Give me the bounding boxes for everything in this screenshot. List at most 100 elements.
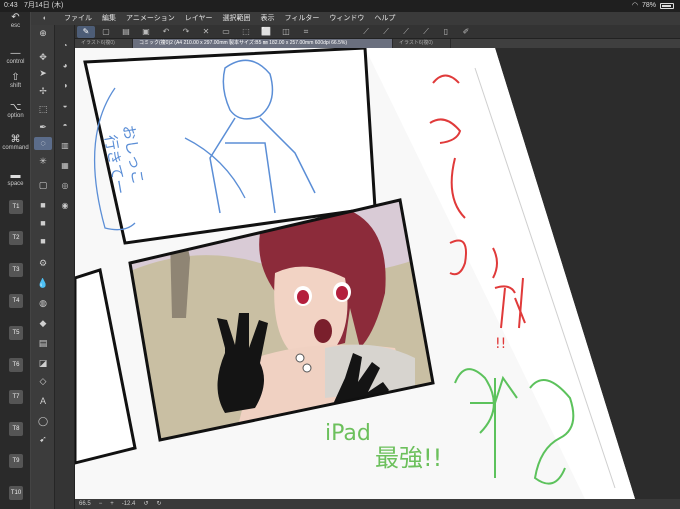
zoom-in-icon[interactable]: +	[110, 499, 114, 509]
text-tool-icon[interactable]: A	[34, 395, 52, 408]
subtool-1-icon[interactable]: ◔	[57, 39, 73, 52]
save-icon[interactable]: ▣	[137, 26, 155, 38]
pen-mode-icon[interactable]: ✎	[77, 25, 95, 38]
ink-drop-icon[interactable]: 💧	[34, 277, 52, 290]
special-ruler-icon[interactable]: ⟋	[417, 26, 435, 38]
control-label: control	[6, 59, 25, 65]
t1-key[interactable]: T1	[9, 200, 23, 214]
settings-icon[interactable]: ✐	[457, 26, 475, 38]
space-icon: ▬	[10, 170, 21, 181]
menu-layer[interactable]: レイヤー	[180, 12, 218, 25]
move-tool-icon[interactable]: ✥	[34, 51, 52, 64]
fill-icon[interactable]: ▭	[217, 26, 235, 38]
eyedropper-tool-icon[interactable]: ✒	[34, 121, 52, 134]
purple-swatch-icon[interactable]: ■	[34, 235, 52, 248]
shift-label: shift	[9, 83, 21, 89]
command-bar: ✎ ▢ ▤ ▣ ↶ ↷ ✕ ▭ ⬚ ⬜ ◫ ⌗ ⟋ ⟋ ⟋ ⟋ ▯ ✐	[31, 25, 680, 39]
device-icon[interactable]: ▯	[437, 26, 455, 38]
menu-bar: ◐ ファイル 編集 アニメーション レイヤー 選択範囲 表示 フィルター ウィン…	[31, 12, 680, 25]
blend-tool-icon[interactable]: ◍	[34, 297, 52, 310]
zoom-tool-icon[interactable]: ⊕	[34, 27, 52, 40]
t5-key[interactable]: T5	[9, 326, 23, 340]
subtool-5-icon[interactable]: ◓	[57, 119, 73, 132]
subtool-8-icon[interactable]: ◎	[57, 179, 73, 192]
tab-illust6[interactable]: イラスト6(複0)	[75, 39, 133, 48]
menu-view[interactable]: 表示	[256, 12, 280, 25]
space-key[interactable]: ▬ space	[0, 170, 31, 187]
gradient-tool-icon[interactable]: ▤	[34, 337, 52, 350]
subtool-7-icon[interactable]: ▦	[57, 159, 73, 172]
ruler-icon[interactable]: ⟋	[357, 26, 375, 38]
command-key[interactable]: ⌘ command	[0, 134, 31, 151]
canvas-drawing[interactable]: おしっこ 行きてー !! iPad 最強!!	[75, 48, 680, 499]
shift-key[interactable]: ⇧ shift	[0, 72, 31, 89]
pink-swatch-icon[interactable]: ■	[34, 217, 52, 230]
app-icon[interactable]: ◐	[31, 12, 59, 25]
rotate-left-icon[interactable]: ↺	[143, 499, 148, 509]
new-canvas-icon[interactable]: ▢	[97, 26, 115, 38]
zoom-out-icon[interactable]: −	[99, 499, 103, 509]
transform-icon[interactable]: ⬚	[237, 26, 255, 38]
menu-filter[interactable]: フィルター	[280, 12, 325, 25]
menu-file[interactable]: ファイル	[59, 12, 97, 25]
fill-tool-icon[interactable]: ◆	[34, 317, 52, 330]
crop-icon[interactable]: ⌗	[297, 26, 315, 38]
undo-icon[interactable]: ↶	[157, 26, 175, 38]
red-text-2: !!	[495, 336, 506, 352]
operation-tool-icon[interactable]: ➤	[34, 67, 52, 80]
deselect-icon[interactable]: ⬜	[257, 26, 275, 38]
correct-line-tool-icon[interactable]: ➹	[34, 433, 52, 446]
rotate-angle[interactable]: -12.4	[122, 499, 136, 509]
tab-comic[interactable]: コミック(複0)2 (A4 210.00 x 297.00mm 製本サイズ:B5…	[133, 39, 393, 48]
subtool-6-icon[interactable]: ▥	[57, 139, 73, 152]
eraser-tool-icon[interactable]: ◇	[34, 375, 52, 388]
menu-edit[interactable]: 編集	[97, 12, 121, 25]
t6-key[interactable]: T6	[9, 358, 23, 372]
balloon-tool-icon[interactable]: ◯	[34, 415, 52, 428]
menu-selection[interactable]: 選択範囲	[218, 12, 256, 25]
perspective-icon[interactable]: ⟋	[397, 26, 415, 38]
subtool-2-icon[interactable]: ◕	[57, 59, 73, 72]
selection-tool-icon[interactable]: ⬚	[34, 103, 52, 116]
open-icon[interactable]: ▤	[117, 26, 135, 38]
t10-key[interactable]: T10	[9, 486, 23, 500]
menu-animation[interactable]: アニメーション	[121, 12, 180, 25]
invert-icon[interactable]: ◫	[277, 26, 295, 38]
menu-window[interactable]: ウィンドウ	[324, 12, 369, 25]
t8-key[interactable]: T8	[9, 422, 23, 436]
move-layer-tool-icon[interactable]: ✢	[34, 85, 52, 98]
sub-tool-palette: ◔ ◕ ◑ ◒ ◓ ▥ ▦ ◎ ◉	[55, 25, 75, 509]
t4-key[interactable]: T4	[9, 294, 23, 308]
brown-swatch-icon[interactable]: ■	[34, 199, 52, 212]
control-key[interactable]: — control	[0, 48, 31, 65]
zoom-value[interactable]: 66.5	[79, 499, 91, 509]
option-key[interactable]: ⌥ option	[0, 102, 31, 119]
redo-icon[interactable]: ↷	[177, 26, 195, 38]
rotate-right-icon[interactable]: ↻	[156, 499, 161, 509]
clear-icon[interactable]: ✕	[197, 26, 215, 38]
status-right: ◠ 78%	[632, 0, 674, 12]
subtool-4-icon[interactable]: ◒	[57, 99, 73, 112]
t2-key[interactable]: T2	[9, 231, 23, 245]
gear-icon[interactable]: ⚙	[34, 257, 52, 270]
subtool-9-icon[interactable]: ◉	[57, 199, 73, 212]
menu-help[interactable]: ヘルプ	[369, 12, 400, 25]
clock: 0:43	[4, 2, 18, 9]
figure-tool-icon[interactable]: ◪	[34, 357, 52, 370]
tab-illust6-b[interactable]: イラスト6(複0)	[393, 39, 451, 48]
battery-percent: 78%	[641, 2, 656, 9]
frame-tool-icon[interactable]: ▢	[34, 179, 52, 192]
esc-key[interactable]: ↶ esc	[0, 12, 31, 29]
canvas-area[interactable]: おしっこ 行きてー !! iPad 最強!!	[75, 48, 680, 499]
t9-key[interactable]: T9	[9, 454, 23, 468]
t3-key[interactable]: T3	[9, 263, 23, 277]
command-label: command	[2, 145, 29, 151]
lasso-tool-icon[interactable]: ◌	[34, 137, 52, 150]
auto-select-tool-icon[interactable]: ✳	[34, 155, 52, 168]
bottom-status-bar: 66.5 − + -12.4 ↺ ↻	[75, 499, 680, 509]
subtool-3-icon[interactable]: ◑	[57, 79, 73, 92]
option-icon: ⌥	[9, 102, 22, 113]
document-tab-bar: イラスト6(複0) コミック(複0)2 (A4 210.00 x 297.00m…	[75, 39, 680, 48]
t7-key[interactable]: T7	[9, 390, 23, 404]
snap-icon[interactable]: ⟋	[377, 26, 395, 38]
